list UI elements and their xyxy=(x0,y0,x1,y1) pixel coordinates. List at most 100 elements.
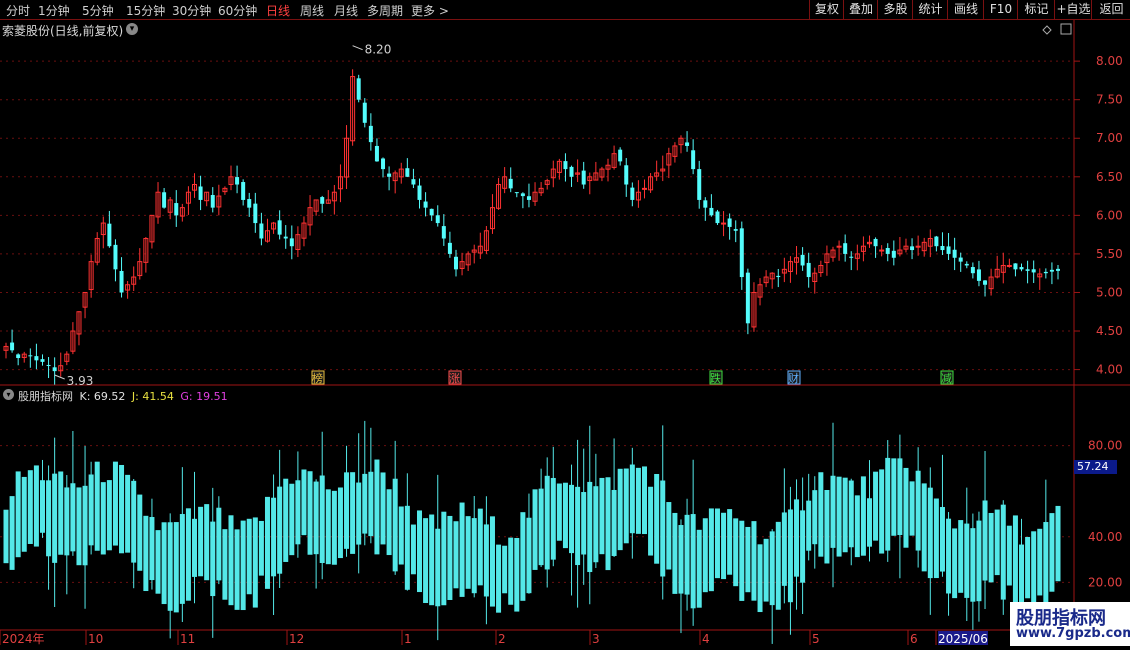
x-axis-label: 2024年 xyxy=(2,632,45,646)
toolbar-button-8[interactable]: 返回 xyxy=(1091,0,1130,19)
indicator-bar xyxy=(417,510,423,593)
indicator-bar xyxy=(106,480,112,551)
indicator-bar xyxy=(374,459,380,555)
event-marker-label: 财 xyxy=(788,371,799,385)
candle-body-down xyxy=(368,125,373,143)
indicator-bar xyxy=(702,518,708,593)
candle-body-down xyxy=(697,169,702,200)
indicator-bar xyxy=(988,512,994,583)
indicator-bar xyxy=(696,529,702,608)
price-tick-label: 6.50 xyxy=(1096,170,1123,184)
indicator-bar xyxy=(283,478,289,562)
candle-body-down xyxy=(259,223,264,239)
candle-body-down xyxy=(10,342,15,351)
indicator-bar xyxy=(234,529,240,610)
candle-body-down xyxy=(520,193,525,197)
indicator-bar xyxy=(459,502,465,597)
candle-body-down xyxy=(417,185,422,200)
candle-body-down xyxy=(1056,268,1060,271)
candle-body-down xyxy=(776,275,781,278)
candle-body-down xyxy=(685,142,690,146)
indicator-bar xyxy=(514,537,520,612)
candle-body-up xyxy=(641,187,647,190)
period-tab-5[interactable]: 60分钟 xyxy=(218,2,257,19)
toolbar-button-2[interactable]: 多股 xyxy=(877,0,913,19)
period-tab-8[interactable]: 月线 xyxy=(334,2,358,19)
indicator-bar xyxy=(1049,513,1055,592)
candle-body-down xyxy=(715,211,720,224)
indicator-bar xyxy=(58,471,64,555)
stock-chart[interactable]: 8.00 7.50 7.00 6.50 6.00 5.50 5.00 4.50 4.00 8.20… xyxy=(0,0,1130,650)
toolbar-button-1[interactable]: 叠加 xyxy=(843,0,878,19)
indicator-bar xyxy=(185,508,191,601)
candle-body-down xyxy=(952,249,957,258)
candle-body-up xyxy=(1006,264,1012,267)
candle-body-down xyxy=(1049,269,1054,272)
period-tab-10[interactable]: 更多 > xyxy=(411,2,449,19)
period-tab-4[interactable]: 30分钟 xyxy=(172,2,211,19)
indicator-bar xyxy=(842,477,848,553)
candle-body-down xyxy=(910,246,915,251)
period-tab-2[interactable]: 5分钟 xyxy=(82,2,114,19)
candle-body-down xyxy=(46,364,51,366)
candle-body-down xyxy=(885,247,890,254)
candle-body-down xyxy=(569,166,574,177)
candle-body-down xyxy=(958,257,963,262)
toolbar-button-6[interactable]: 标记 xyxy=(1017,0,1055,19)
event-marker-label: 涨 xyxy=(449,372,460,385)
x-axis-label: 1 xyxy=(404,632,412,646)
candle-body-down xyxy=(113,244,118,270)
period-tab-6[interactable]: 日线 xyxy=(266,2,290,19)
indicator-bar xyxy=(502,545,508,594)
candle-body-up xyxy=(879,249,885,252)
x-axis-label: 4 xyxy=(702,632,710,646)
candle-body-down xyxy=(691,150,696,170)
period-tab-0[interactable]: 分时 xyxy=(6,2,30,19)
indicator-bar xyxy=(100,482,106,555)
indicator-bar xyxy=(489,516,495,607)
indicator-bar xyxy=(733,518,739,587)
indicator-bar xyxy=(952,528,958,599)
candle-body-down xyxy=(387,173,392,177)
indicator-bar xyxy=(453,521,459,589)
period-tab-1[interactable]: 1分钟 xyxy=(38,2,70,19)
indicator-bar xyxy=(1055,505,1061,582)
toolbar-button-5[interactable]: F10 xyxy=(983,0,1018,19)
indicator-bar xyxy=(599,477,605,555)
price-tick-label: 4.00 xyxy=(1096,363,1123,377)
candle-body-down xyxy=(1019,267,1024,270)
period-tab-7[interactable]: 周线 xyxy=(300,2,324,19)
toolbar-button-3[interactable]: 统计 xyxy=(912,0,948,19)
candle-body-down xyxy=(356,78,361,100)
indicator-bar xyxy=(933,498,939,579)
toolbar-button-4[interactable]: 画线 xyxy=(947,0,984,19)
candle-body-down xyxy=(940,245,945,251)
event-marker-label: 减 xyxy=(941,372,952,385)
indicator-bar xyxy=(301,469,307,536)
candle-body-down xyxy=(514,192,519,194)
candle-body-down xyxy=(435,215,440,224)
watermark-url: www.7gpzb.com xyxy=(1016,626,1130,641)
indicator-bar xyxy=(240,520,246,611)
indicator-bar xyxy=(757,544,763,613)
toolbar-button-0[interactable]: 复权 xyxy=(809,0,844,19)
candle-body-down xyxy=(1031,269,1036,273)
candle-body-down xyxy=(241,182,246,200)
indicator-bar xyxy=(623,468,629,544)
x-axis-label: 3 xyxy=(592,632,600,646)
indicator-bar xyxy=(173,522,179,613)
candle-body-down xyxy=(624,165,629,185)
watermark-logo: 股朋指标网 www.7gpzb.com xyxy=(1010,602,1130,646)
chevron-down-icon[interactable]: ▾ xyxy=(126,23,138,35)
x-axis-label: 11 xyxy=(180,632,195,646)
toolbar-button-7[interactable]: +自选 xyxy=(1054,0,1092,19)
indicator-bar xyxy=(161,522,167,605)
period-tab-3[interactable]: 15分钟 xyxy=(126,2,165,19)
period-tab-9[interactable]: 多周期 xyxy=(367,2,403,19)
indicator-bar xyxy=(125,474,131,553)
indicator-bar xyxy=(76,487,82,566)
candle-body-down xyxy=(423,201,428,208)
candle-body-down xyxy=(800,254,805,266)
chevron-down-icon[interactable]: ▾ xyxy=(3,389,14,400)
candle-body-down xyxy=(210,194,215,208)
